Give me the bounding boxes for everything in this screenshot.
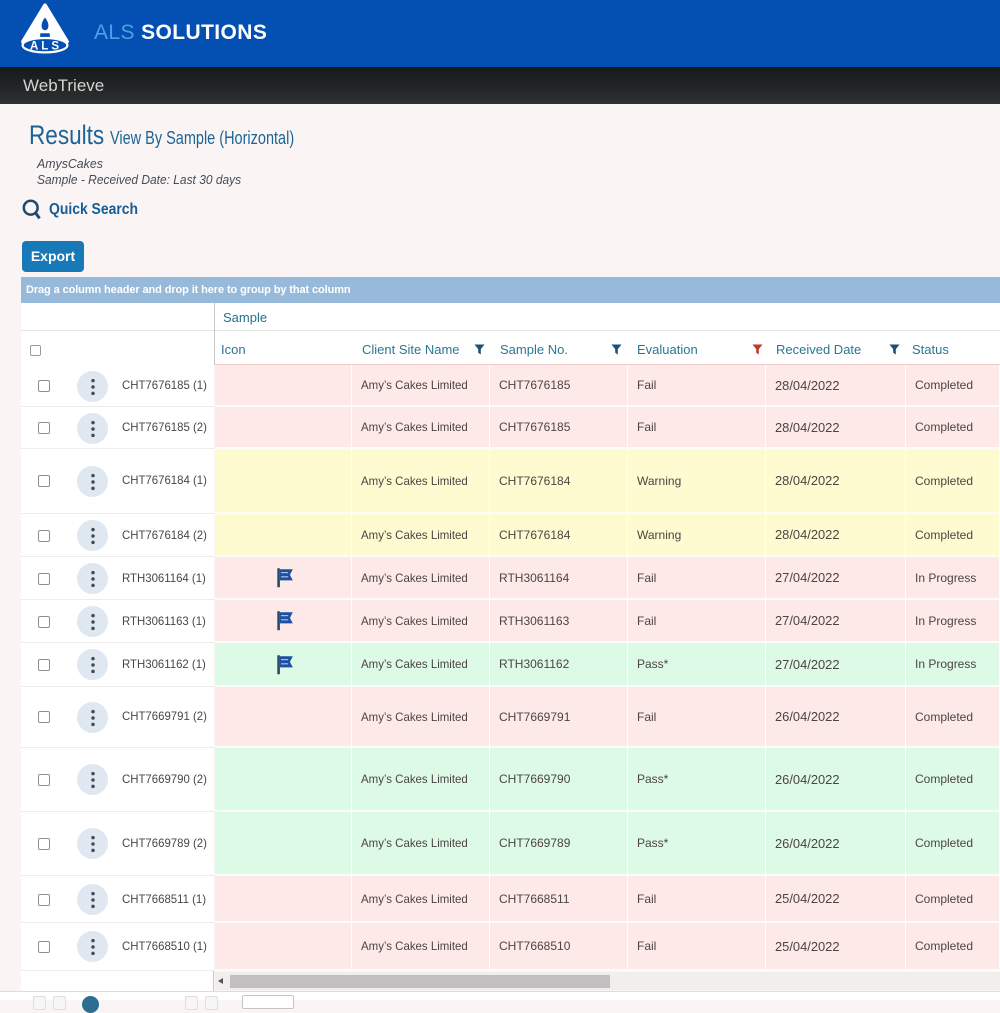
svg-text:ALS: ALS	[30, 40, 62, 52]
